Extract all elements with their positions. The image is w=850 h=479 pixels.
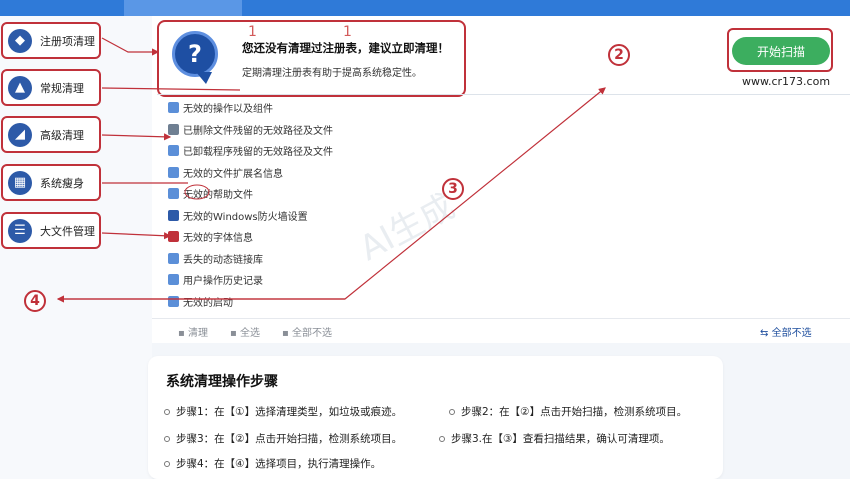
- bullet-icon: [439, 435, 445, 442]
- marker-2: 2: [608, 44, 630, 66]
- marker-3: 3: [442, 178, 464, 200]
- step-item: 步骤3：在【②】点击开始扫描，检测系统项目。: [164, 431, 402, 446]
- bullet-icon: [164, 435, 170, 442]
- marker-4: 4: [24, 290, 46, 312]
- step-item: 步骤2：在【②】点击开始扫描，检测系统项目。: [449, 404, 687, 419]
- bullet-icon: [164, 408, 170, 415]
- step-item: 步骤4：在【④】选择项目，执行清理操作。: [164, 456, 381, 471]
- steps-title: 系统清理操作步骤: [166, 374, 278, 390]
- step-item: 步骤1：在【①】选择清理类型，如垃圾或痕迹。: [164, 404, 402, 419]
- step-item: 步骤3.在【③】查看扫描结果，确认可清理项。: [439, 431, 670, 446]
- bullet-icon: [164, 460, 170, 467]
- bullet-icon: [449, 408, 455, 415]
